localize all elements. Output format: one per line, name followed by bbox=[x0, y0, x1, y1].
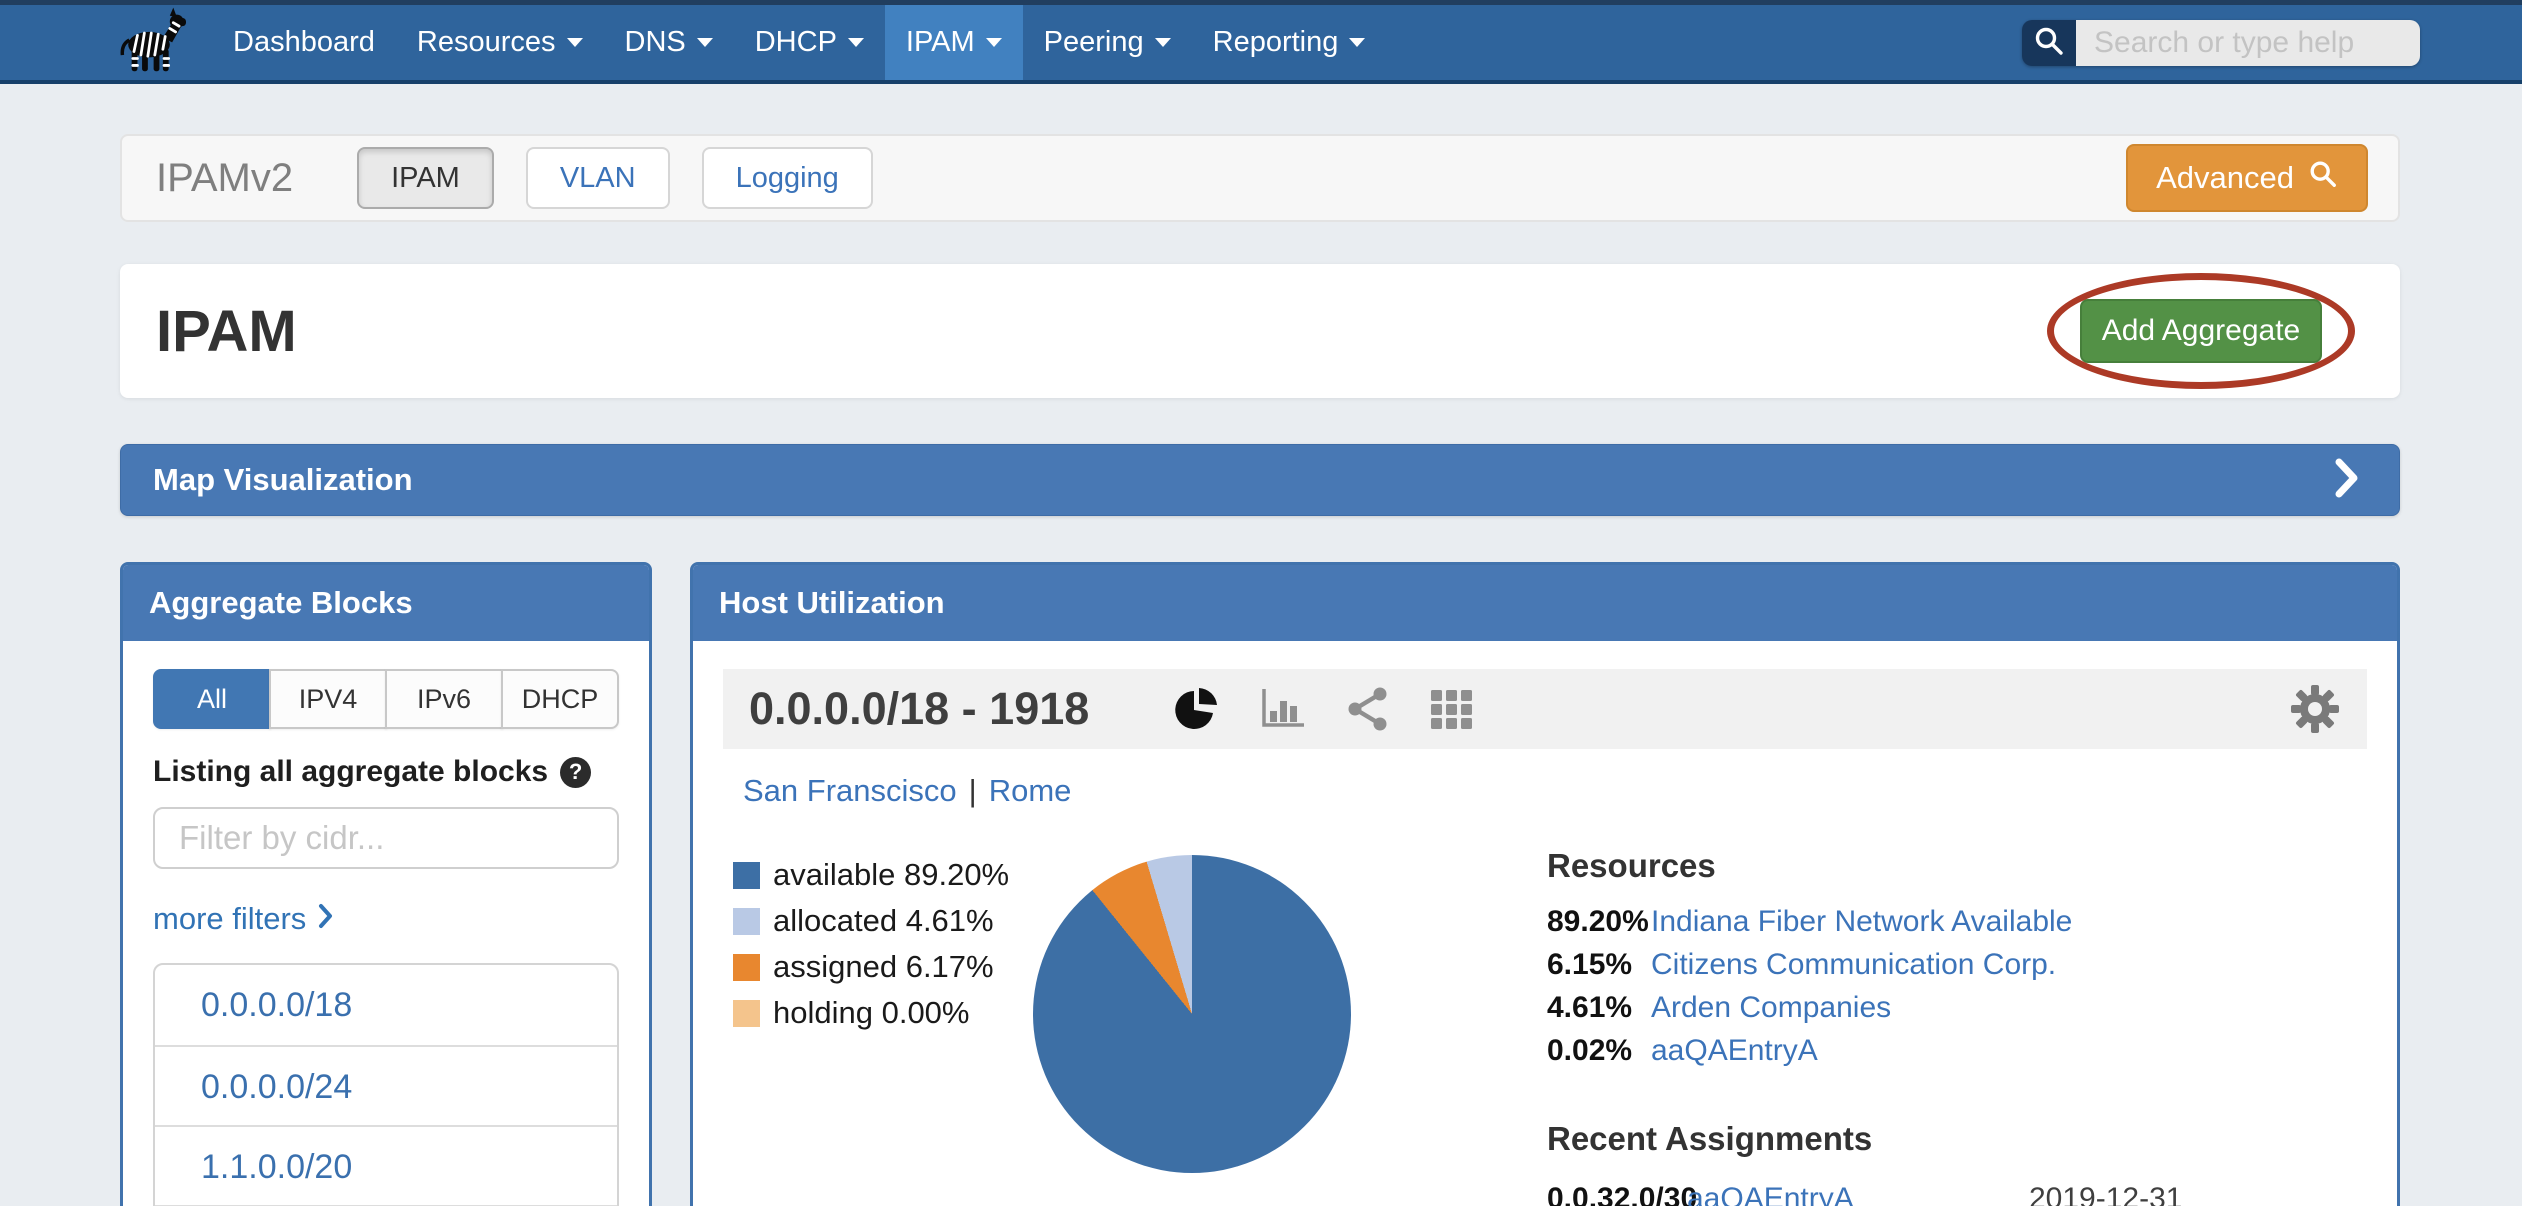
pie-legend: available 89.20% allocated 4.61% assigne… bbox=[733, 821, 1033, 1206]
legend-item: available 89.20% bbox=[733, 857, 1033, 893]
map-visualization-header[interactable]: Map Visualization bbox=[120, 444, 2400, 516]
location-links: San Franscisco | Rome bbox=[743, 773, 2367, 809]
main-nav: Dashboard Resources DNS DHCP IPAM Peerin… bbox=[212, 5, 1386, 80]
resource-row: 0.02% aaQAEntryA bbox=[1547, 1034, 2367, 1068]
legend-swatch bbox=[733, 1000, 760, 1027]
legend-item: assigned 6.17% bbox=[733, 949, 1033, 985]
search-input[interactable] bbox=[2076, 20, 2420, 66]
assignment-link[interactable]: aaQAEntryA bbox=[1687, 1182, 2029, 1206]
nav-item-dns[interactable]: DNS bbox=[604, 5, 734, 80]
assignment-row: 0.0.32.0/30 aaQAEntryA 2019-12-31 bbox=[1547, 1182, 2367, 1206]
chevron-right-icon bbox=[318, 901, 334, 937]
legend-swatch bbox=[733, 908, 760, 935]
global-search bbox=[2022, 20, 2420, 66]
host-utilization-title: Host Utilization bbox=[693, 565, 2397, 641]
chevron-right-icon bbox=[2335, 458, 2359, 503]
tab-ipam[interactable]: IPAM bbox=[357, 147, 494, 209]
aggregate-blocks-title: Aggregate Blocks bbox=[123, 565, 649, 641]
caret-down-icon bbox=[848, 38, 864, 47]
nav-item-resources[interactable]: Resources bbox=[396, 5, 604, 80]
page-header-card: IPAM Add Aggregate bbox=[120, 264, 2400, 398]
caret-down-icon bbox=[986, 38, 1002, 47]
legend-item: allocated 4.61% bbox=[733, 903, 1033, 939]
help-icon[interactable]: ? bbox=[560, 757, 591, 788]
recent-assignments-heading: Recent Assignments bbox=[1547, 1120, 2367, 1158]
pie-chart-view-button[interactable] bbox=[1173, 685, 1221, 733]
location-separator: | bbox=[969, 773, 977, 808]
caret-down-icon bbox=[1349, 38, 1365, 47]
location-link-rome[interactable]: Rome bbox=[989, 773, 1072, 808]
resource-row: 4.61% Arden Companies bbox=[1547, 991, 2367, 1025]
block-link[interactable]: 0.0.0.0/24 bbox=[155, 1045, 617, 1125]
nav-item-reporting[interactable]: Reporting bbox=[1192, 5, 1387, 80]
block-link[interactable]: 0.0.0.0/18 bbox=[155, 965, 617, 1045]
page-title: IPAM bbox=[156, 298, 297, 365]
location-link-san-francisco[interactable]: San Franscisco bbox=[743, 773, 957, 808]
legend-swatch bbox=[733, 954, 760, 981]
zebra-logo-icon bbox=[112, 7, 186, 78]
resource-row: 6.15% Citizens Communication Corp. bbox=[1547, 948, 2367, 982]
utilization-toolbar: 0.0.0.0/18 - 1918 bbox=[723, 669, 2367, 749]
filter-all[interactable]: All bbox=[153, 669, 271, 729]
more-filters-link[interactable]: more filters bbox=[153, 901, 619, 937]
share-icon-button[interactable] bbox=[1345, 686, 1391, 732]
resource-link[interactable]: Arden Companies bbox=[1651, 991, 1891, 1025]
caret-down-icon bbox=[1155, 38, 1171, 47]
advanced-search-button[interactable]: Advanced bbox=[2126, 144, 2368, 212]
resources-heading: Resources bbox=[1547, 847, 2367, 885]
utilization-pie-chart bbox=[1033, 855, 1351, 1173]
search-button[interactable] bbox=[2022, 20, 2076, 66]
aggregate-blocks-panel: Aggregate Blocks All IPV4 IPv6 DHCP List… bbox=[120, 562, 652, 1206]
filter-ipv4[interactable]: IPV4 bbox=[269, 669, 387, 729]
resource-link[interactable]: aaQAEntryA bbox=[1651, 1034, 1818, 1068]
resources-list: 89.20% Indiana Fiber Network Available 6… bbox=[1547, 905, 2367, 1068]
cidr-filter-input[interactable] bbox=[153, 807, 619, 869]
brand-logo[interactable] bbox=[112, 5, 186, 80]
top-navbar: Dashboard Resources DNS DHCP IPAM Peerin… bbox=[0, 0, 2522, 84]
filter-dhcp[interactable]: DHCP bbox=[501, 669, 619, 729]
settings-gear-button[interactable] bbox=[2289, 683, 2341, 735]
resource-link[interactable]: Citizens Communication Corp. bbox=[1651, 948, 2056, 982]
legend-swatch bbox=[733, 862, 760, 889]
legend-item: holding 0.00% bbox=[733, 995, 1033, 1031]
block-link[interactable]: 1.1.0.0/20 bbox=[155, 1125, 617, 1205]
search-icon bbox=[2308, 159, 2338, 197]
listing-label: Listing all aggregate blocks bbox=[153, 755, 548, 789]
nav-item-dashboard[interactable]: Dashboard bbox=[212, 5, 396, 80]
tab-logging[interactable]: Logging bbox=[702, 147, 873, 209]
nav-item-ipam[interactable]: IPAM bbox=[885, 5, 1023, 80]
grid-view-button[interactable] bbox=[1429, 686, 1475, 732]
map-visualization-title: Map Visualization bbox=[153, 462, 413, 498]
ipamv2-toolbar: IPAMv2 IPAM VLAN Logging Advanced bbox=[120, 134, 2400, 222]
add-aggregate-button[interactable]: Add Aggregate bbox=[2080, 299, 2322, 363]
resource-row: 89.20% Indiana Fiber Network Available bbox=[1547, 905, 2367, 939]
nav-item-peering[interactable]: Peering bbox=[1023, 5, 1192, 80]
recent-assignments-list: 0.0.32.0/30 aaQAEntryA 2019-12-31 0.0.8.… bbox=[1547, 1182, 2367, 1206]
tab-vlan[interactable]: VLAN bbox=[526, 147, 670, 209]
block-heading: 0.0.0.0/18 - 1918 bbox=[749, 683, 1089, 735]
caret-down-icon bbox=[697, 38, 713, 47]
toolbar-title: IPAMv2 bbox=[156, 156, 293, 201]
resource-link[interactable]: Indiana Fiber Network Available bbox=[1651, 905, 2072, 939]
search-icon bbox=[2033, 25, 2065, 62]
aggregate-filter-group: All IPV4 IPv6 DHCP bbox=[153, 669, 619, 729]
bar-chart-view-button[interactable] bbox=[1259, 687, 1307, 731]
host-utilization-panel: Host Utilization 0.0.0.0/18 - 1918 bbox=[690, 562, 2400, 1206]
nav-item-dhcp[interactable]: DHCP bbox=[734, 5, 885, 80]
caret-down-icon bbox=[567, 38, 583, 47]
aggregate-block-list: 0.0.0.0/18 0.0.0.0/24 1.1.0.0/20 bbox=[153, 963, 619, 1206]
filter-ipv6[interactable]: IPv6 bbox=[385, 669, 503, 729]
